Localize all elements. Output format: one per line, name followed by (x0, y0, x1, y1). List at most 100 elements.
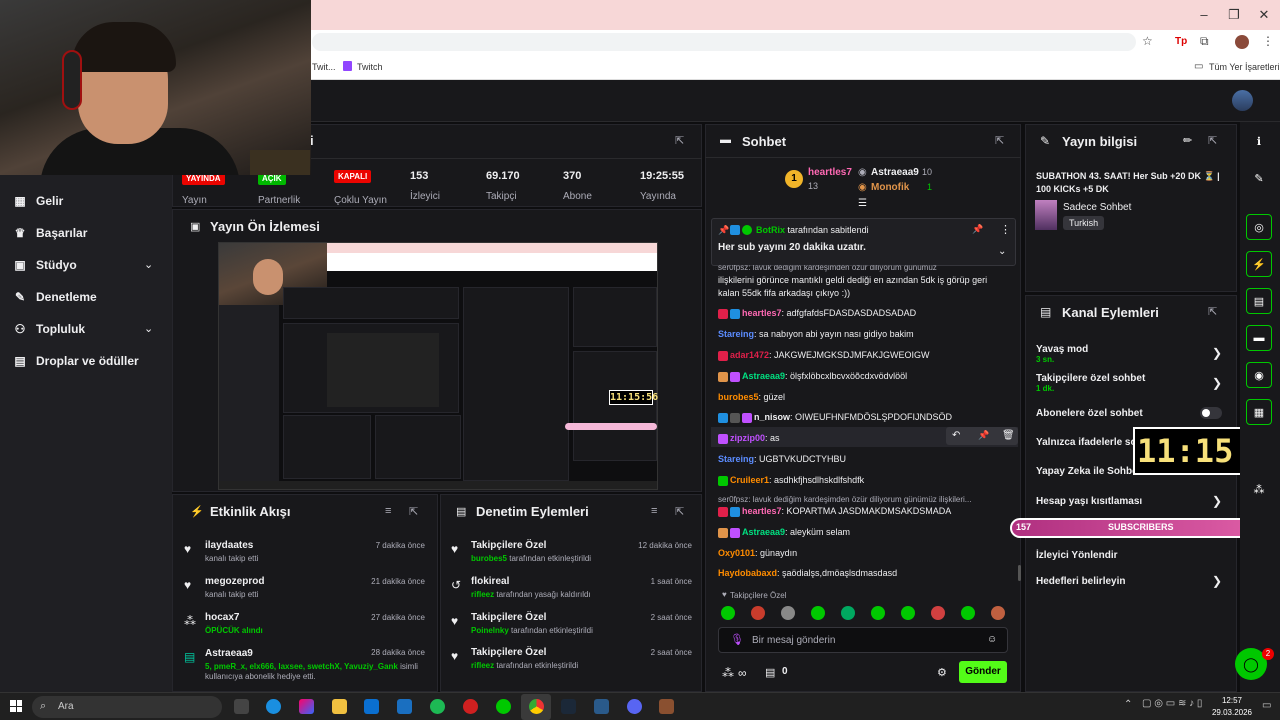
more-icon[interactable]: ⋮ (1000, 223, 1011, 236)
address-bar[interactable] (312, 33, 1136, 51)
store-icon[interactable] (364, 699, 379, 714)
action-ai-chat[interactable]: Yapay Zeka ile Sohbet (1036, 466, 1141, 477)
tray-icons[interactable]: ▢ ◎ ▭ ≋ ♪ ▯ (1142, 698, 1202, 709)
extension-icon[interactable]: Tp (1175, 36, 1187, 47)
chat-message[interactable]: heartles7: KOPARTMA JASDMAKDMSAKDSMADA (718, 505, 1010, 518)
chevron-right-icon[interactable]: ❯ (1212, 346, 1222, 360)
chat-message[interactable]: Stareing: UGBTVKUDCTYHBU (718, 453, 1010, 466)
category-name[interactable]: Sadece Sohbet (1063, 202, 1131, 213)
unpin-icon[interactable]: 📌 (972, 224, 983, 235)
profile-avatar[interactable] (1235, 35, 1249, 49)
activity-name[interactable]: ilaydaates (205, 540, 253, 551)
subs-only-toggle[interactable] (1200, 407, 1222, 419)
steam-icon[interactable] (561, 699, 576, 714)
gift-icon[interactable]: ▤ (765, 666, 775, 679)
chevron-right-icon[interactable]: ❯ (1212, 574, 1222, 588)
action-goals[interactable]: Hedefleri belirleyin (1036, 576, 1125, 587)
bookmarks-all[interactable]: Tüm Yer İşaretleri (1209, 62, 1280, 72)
microphone-icon[interactable]: 🎙 (730, 633, 744, 646)
maximize-icon[interactable]: ❐ (1224, 7, 1244, 23)
chevron-down-icon[interactable]: ☰ (858, 198, 867, 209)
chevron-down-icon[interactable]: ⌄ (144, 258, 153, 271)
action-account-age[interactable]: Hesap yaşı kısıtlaması (1036, 496, 1142, 507)
clock-date[interactable]: 29.03.2026 (1204, 708, 1260, 717)
mod-action-name[interactable]: Takipçilere Özel (471, 612, 546, 623)
game-icon[interactable] (659, 699, 674, 714)
chat-message[interactable]: Stareing: sa nabıyon abi yayın nası gidi… (718, 328, 1010, 341)
pin-icon[interactable]: 📌 (978, 430, 989, 441)
edit-icon[interactable]: ✏ (1183, 134, 1192, 147)
leader1-name[interactable]: heartles7 (808, 167, 852, 178)
emote-icon[interactable] (721, 606, 735, 620)
emote-icon[interactable] (811, 606, 825, 620)
emote-icon[interactable] (931, 606, 945, 620)
category-thumbnail[interactable] (1035, 200, 1057, 230)
edge-icon[interactable] (266, 699, 281, 714)
mod-action-name[interactable]: Takipçilere Özel (471, 540, 546, 551)
popout-icon[interactable]: ⇱ (995, 134, 1004, 147)
sidebar-item-denetleme[interactable]: ✎ Denetleme (14, 290, 97, 304)
emote-icon[interactable] (871, 606, 885, 620)
points-icon[interactable]: ⁂ (722, 666, 734, 680)
target-icon[interactable]: ◎ (1246, 214, 1272, 240)
action-subs-only[interactable]: Abonelere özel sohbet (1036, 408, 1143, 419)
emoji-icon[interactable]: ☺ (987, 634, 997, 645)
mod-action-name[interactable]: Takipçilere Özel (471, 647, 546, 658)
minimize-icon[interactable]: – (1194, 7, 1214, 22)
explorer-icon[interactable] (332, 699, 347, 714)
chevron-down-icon[interactable]: ⌄ (144, 322, 153, 335)
emote-icon[interactable] (961, 606, 975, 620)
task-view-icon[interactable] (234, 699, 249, 714)
settings-icon[interactable]: ⚙ (937, 666, 947, 679)
copilot-icon[interactable] (299, 699, 314, 714)
mod-action-name[interactable]: flokireal (471, 576, 509, 587)
send-button[interactable]: Gönder (959, 661, 1007, 683)
chat-message[interactable]: Haydobabaxd: şaödialşs,dmöaşlsdmasdasd (718, 567, 1010, 580)
chrome-icon[interactable] (529, 699, 544, 714)
pencil-icon[interactable]: ✎ (1246, 165, 1272, 191)
spotify-icon[interactable] (430, 699, 445, 714)
chat-message[interactable]: n_nisow: OIWEUFHNFMDÖSLŞPDOFIJNDSÖD (718, 411, 1010, 424)
close-icon[interactable]: ✕ (1254, 7, 1274, 23)
clipboard-icon[interactable]: ▤ (1246, 288, 1272, 314)
chat-message[interactable]: heartles7: adfgfafdsFDASDASDADSADAD (718, 307, 1010, 320)
chat-message[interactable]: burobes5: güzel (718, 391, 1010, 404)
emote-icon[interactable] (901, 606, 915, 620)
bookmark-twitch[interactable]: Twitch (357, 62, 383, 72)
reply-icon[interactable]: ↶ (952, 430, 960, 441)
activity-name[interactable]: hocax7 (205, 612, 239, 623)
puzzle-icon[interactable]: ⧉ (1200, 34, 1209, 49)
emote-icon[interactable] (991, 606, 1005, 620)
chevron-right-icon[interactable]: ❯ (1212, 376, 1222, 390)
bookmark-partial[interactable]: Twit... (312, 62, 336, 72)
popout-icon[interactable]: ⇱ (675, 505, 684, 518)
chat-icon[interactable]: ▬ (1246, 325, 1272, 351)
popout-icon[interactable]: ⇱ (409, 505, 418, 518)
obs-icon[interactable] (463, 699, 478, 714)
chevron-down-icon[interactable]: ⌄ (998, 246, 1006, 257)
leader3-name[interactable]: Monofik (871, 182, 909, 193)
user-avatar[interactable] (1232, 90, 1253, 111)
notifications-icon[interactable]: ▭ (1262, 700, 1271, 711)
chat-scrollbar[interactable] (1018, 565, 1021, 581)
chat-message[interactable]: Cruileer1: asdhkfjhsdlhskdlfshdfk (718, 474, 1010, 487)
popout-icon[interactable]: ⇱ (1208, 134, 1217, 147)
mail-icon[interactable] (397, 699, 412, 714)
sidebar-item-studyo[interactable]: ▣ Stüdyo (14, 258, 76, 272)
filter-icon[interactable]: ≡ (385, 505, 391, 517)
store-icon[interactable]: ▦ (1246, 399, 1272, 425)
activity-name[interactable]: megozeprod (205, 576, 264, 587)
emote-icon[interactable] (781, 606, 795, 620)
trash-icon[interactable]: 🗑 (1002, 430, 1015, 441)
filter-icon[interactable]: ≡ (651, 505, 657, 517)
emote-icon[interactable] (841, 606, 855, 620)
star-icon[interactable]: ☆ (1142, 34, 1153, 48)
action-slow-mode[interactable]: Yavaş mod 3 sn. (1036, 344, 1088, 364)
activity-name[interactable]: Astraeaa9 (205, 648, 253, 659)
clock-time[interactable]: 12:57 (1212, 696, 1252, 705)
popout-icon[interactable]: ⇱ (675, 134, 684, 147)
stream-preview-video[interactable] (218, 242, 658, 490)
points-icon[interactable]: ⁂ (1246, 476, 1272, 502)
chat-message[interactable]: Astraeaa9: aleyküm selam (718, 526, 1010, 539)
popout-icon[interactable]: ⇱ (1208, 305, 1217, 318)
